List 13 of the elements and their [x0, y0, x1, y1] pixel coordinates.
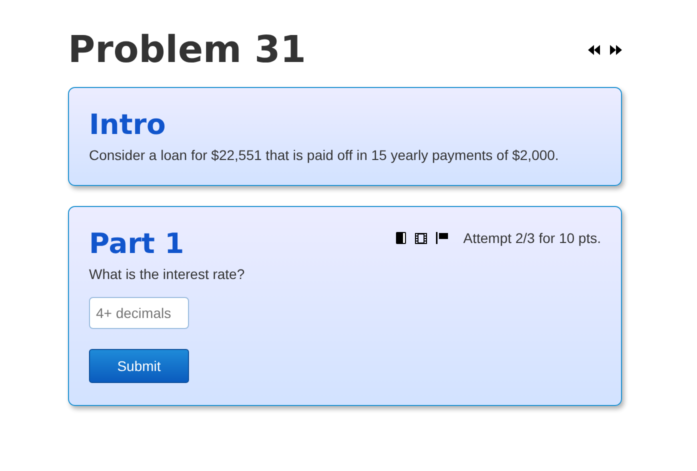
intro-heading: Intro	[89, 108, 167, 141]
question-text: What is the interest rate?	[89, 266, 246, 282]
flag-icon[interactable]	[436, 232, 448, 244]
attempt-info: Attempt 2/3 for 10 pts.	[463, 230, 601, 246]
part-heading: Part 1	[89, 227, 184, 260]
answer-field[interactable]: 4+ decimals	[89, 297, 189, 329]
book-icon[interactable]	[396, 232, 406, 244]
page-title: Problem 31	[68, 28, 306, 71]
submit-button[interactable]: Submit	[89, 349, 189, 383]
intro-text: Consider a loan for $22,551 that is paid off in 15 yearly payments of $2,000.	[89, 147, 560, 163]
film-icon[interactable]	[415, 232, 428, 244]
previous-icon[interactable]	[588, 44, 600, 54]
next-icon[interactable]	[610, 44, 622, 54]
